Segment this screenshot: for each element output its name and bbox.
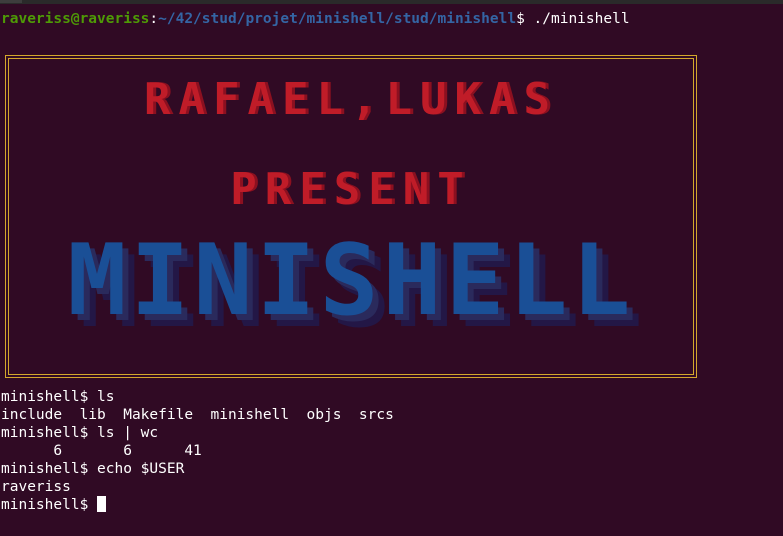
shell-prompt: minishell$	[1, 389, 98, 405]
session-line-4: 6 6 41	[1, 442, 202, 460]
shell-output: raveriss	[1, 479, 71, 495]
session-line-2: include lib Makefile minishell objs srcs	[1, 406, 394, 424]
banner-authors: RAFAEL,LUKAS	[144, 74, 558, 125]
launch-prompt-line: raveriss@raveriss:~/42/stud/projet/minis…	[1, 10, 630, 28]
shell-command: ls	[97, 389, 115, 405]
prompt-path: ~/42/stud/projet/minishell/stud/minishel…	[158, 11, 517, 27]
launch-command: ./minishell	[533, 11, 630, 27]
shell-command: echo $USER	[97, 461, 185, 477]
session-line-5: minishell$ echo $USER	[1, 460, 184, 478]
session-line-6: raveriss	[1, 478, 71, 496]
tab-indicator	[0, 0, 22, 3]
window-top-strip	[0, 0, 783, 4]
shell-prompt: minishell$	[1, 497, 98, 513]
shell-prompt: minishell$	[1, 461, 98, 477]
shell-output: include lib Makefile minishell objs srcs	[1, 407, 394, 423]
session-line-3: minishell$ ls | wc	[1, 424, 158, 442]
ascii-banner-frame: RAFAEL,LUKAS PRESENT MINISHELL	[5, 55, 697, 378]
prompt-separator: :	[149, 11, 159, 27]
text-cursor[interactable]	[97, 496, 107, 512]
shell-prompt: minishell$	[1, 425, 98, 441]
prompt-user-host: raveriss@raveriss	[1, 11, 150, 27]
prompt-dollar: $	[516, 11, 534, 27]
shell-output: 6 6 41	[1, 443, 202, 459]
banner-title: MINISHELL	[67, 224, 635, 338]
shell-command: ls | wc	[97, 425, 159, 441]
session-line-1: minishell$ ls	[1, 388, 115, 406]
active-prompt-line[interactable]: minishell$	[1, 496, 107, 514]
banner-present: PRESENT	[230, 164, 472, 215]
